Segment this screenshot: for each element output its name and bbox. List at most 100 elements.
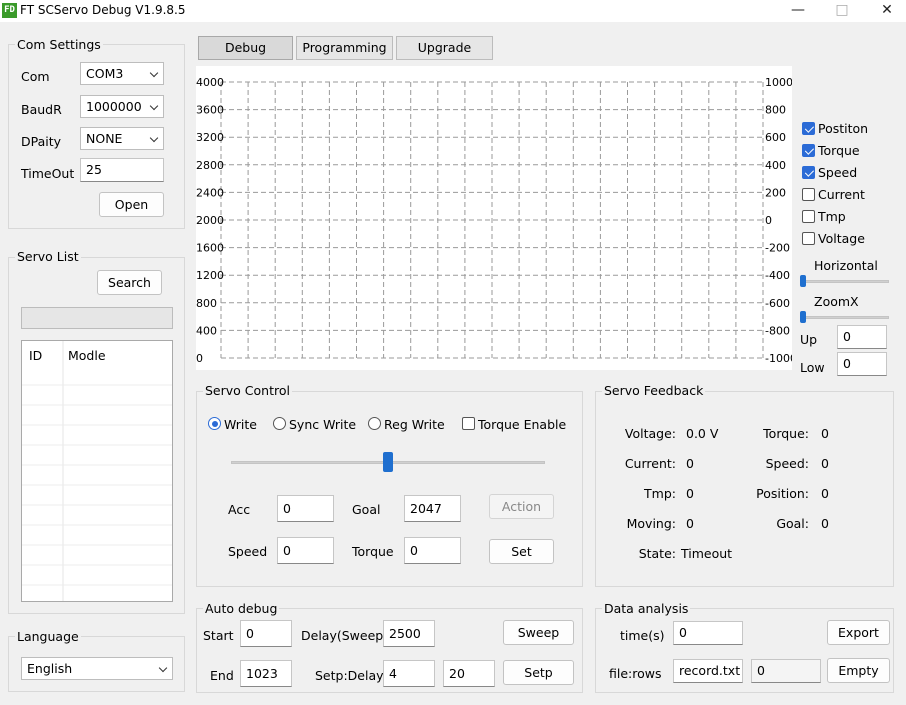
series-label-speed[interactable]: Speed xyxy=(818,165,857,180)
reg-write-radio[interactable] xyxy=(368,417,381,430)
setp-input[interactable]: 4 xyxy=(383,660,435,687)
export-button[interactable]: Export xyxy=(827,620,890,645)
fb-goal-value: 0 xyxy=(821,516,829,531)
time-input[interactable]: 0 xyxy=(673,621,743,645)
left-axis-tick-label: 1200 xyxy=(196,269,224,282)
language-select[interactable]: English xyxy=(21,657,173,680)
right-axis-tick-label: -200 xyxy=(765,242,790,255)
reg-write-label[interactable]: Reg Write xyxy=(384,417,445,432)
zoomx-slider[interactable] xyxy=(800,316,889,319)
search-button[interactable]: Search xyxy=(97,270,162,295)
open-button[interactable]: Open xyxy=(99,192,164,217)
servo-list-table[interactable]: ID Modle xyxy=(21,340,173,602)
fb-voltage-value: 0.0 V xyxy=(686,426,719,441)
chart-area: 4000 1000 3600 800 3200 600 2800 400 2400 200 2000… xyxy=(196,66,792,370)
chevron-down-icon xyxy=(149,133,159,143)
set-button[interactable]: Set xyxy=(489,539,554,564)
torque-enable-checkbox[interactable] xyxy=(462,417,475,430)
left-axis-tick-label: 2000 xyxy=(196,214,224,227)
right-axis-tick-label: 600 xyxy=(765,131,786,144)
file-rows-label: file:rows xyxy=(609,666,662,681)
fb-state-value: Timeout xyxy=(681,546,733,561)
com-settings-label: Com Settings xyxy=(15,37,103,52)
action-button[interactable]: Action xyxy=(489,494,554,519)
series-checkbox-torque[interactable] xyxy=(802,144,815,157)
chevron-down-icon xyxy=(149,101,159,111)
right-axis-tick-label: 400 xyxy=(765,159,786,172)
setp-delay-label: Setp:Delay xyxy=(315,668,384,683)
scan-progress-bar xyxy=(21,307,173,329)
servo-feedback-label: Servo Feedback xyxy=(602,383,706,398)
fb-current-value: 0 xyxy=(686,456,694,471)
fb-speed-value: 0 xyxy=(821,456,829,471)
start-label: Start xyxy=(203,628,234,643)
com-label: Com xyxy=(21,69,50,84)
torque-input[interactable]: 0 xyxy=(404,537,461,564)
end-input[interactable]: 1023 xyxy=(240,660,292,687)
fb-moving-value: 0 xyxy=(686,516,694,531)
horizontal-slider[interactable] xyxy=(800,280,889,283)
timeout-input[interactable]: 25 xyxy=(80,158,164,182)
series-checkbox-speed[interactable] xyxy=(802,166,815,179)
chart-svg: 4000 10003600 8003200 6002800 4002400 2002000… xyxy=(196,76,792,365)
series-label-voltage[interactable]: Voltage xyxy=(818,231,865,246)
file-input[interactable]: record.txt xyxy=(673,659,743,683)
setp-button[interactable]: Setp xyxy=(503,660,574,685)
series-label-torque[interactable]: Torque xyxy=(818,143,860,158)
series-checkbox-voltage[interactable] xyxy=(802,232,815,245)
chevron-down-icon xyxy=(149,68,159,78)
up-input[interactable]: 0 xyxy=(837,325,887,349)
maximize-button[interactable]: □ xyxy=(819,0,865,22)
fb-moving-label: Moving: xyxy=(626,516,676,531)
position-slider-thumb[interactable] xyxy=(383,452,393,472)
baud-select[interactable]: 1000000 xyxy=(80,95,164,118)
right-axis-tick-label: 200 xyxy=(765,186,786,199)
speed-input[interactable]: 0 xyxy=(277,537,334,564)
write-radio[interactable] xyxy=(208,417,221,430)
baud-select-value: 1000000 xyxy=(86,99,142,114)
parity-label: DPaity xyxy=(21,134,62,149)
close-button[interactable]: ✕ xyxy=(864,0,906,22)
series-label-tmp[interactable]: Tmp xyxy=(818,209,846,224)
torque-enable-label[interactable]: Torque Enable xyxy=(478,417,566,432)
chevron-down-icon xyxy=(158,663,168,673)
fb-goal-label: Goal: xyxy=(776,516,809,531)
series-label-postiton[interactable]: Postiton xyxy=(818,121,868,136)
goal-input[interactable]: 2047 xyxy=(404,495,461,522)
series-label-current[interactable]: Current xyxy=(818,187,865,202)
fb-tmp-value: 0 xyxy=(686,486,694,501)
column-header-id[interactable]: ID xyxy=(29,348,42,363)
column-header-modle[interactable]: Modle xyxy=(68,348,106,363)
fb-state-label: State: xyxy=(638,546,676,561)
rows-input: 0 xyxy=(751,659,821,683)
horizontal-slider-thumb[interactable] xyxy=(800,275,806,287)
setp-delay-input[interactable]: 20 xyxy=(443,660,495,687)
window-title: FT SCServo Debug V1.9.8.5 xyxy=(20,3,186,17)
tab-upgrade[interactable]: Upgrade xyxy=(396,36,493,60)
zoomx-slider-thumb[interactable] xyxy=(800,311,806,323)
write-label[interactable]: Write xyxy=(224,417,257,432)
series-checkbox-current[interactable] xyxy=(802,188,815,201)
sync-write-radio[interactable] xyxy=(273,417,286,430)
series-checkbox-postiton[interactable] xyxy=(802,122,815,135)
sweep-button[interactable]: Sweep xyxy=(503,620,574,645)
fb-speed-label: Speed: xyxy=(765,456,809,471)
low-input[interactable]: 0 xyxy=(837,352,887,376)
empty-button[interactable]: Empty xyxy=(827,658,890,683)
left-axis-tick-label: 3600 xyxy=(196,104,224,117)
series-checkbox-tmp[interactable] xyxy=(802,210,815,223)
fb-tmp-label: Tmp: xyxy=(644,486,676,501)
left-axis-tick-label: 2800 xyxy=(196,159,224,172)
tab-debug[interactable]: Debug xyxy=(198,36,293,60)
acc-input[interactable]: 0 xyxy=(277,495,334,522)
left-axis-tick-label: 4000 xyxy=(196,76,224,89)
tab-programming[interactable]: Programming xyxy=(296,36,393,60)
start-input[interactable]: 0 xyxy=(240,620,292,647)
fb-position-label: Position: xyxy=(756,486,809,501)
com-select[interactable]: COM3 xyxy=(80,62,164,85)
language-label: Language xyxy=(15,629,81,644)
minimize-button[interactable]: — xyxy=(775,0,821,22)
parity-select[interactable]: NONE xyxy=(80,127,164,150)
delay-sweep-input[interactable]: 2500 xyxy=(383,620,435,647)
sync-write-label[interactable]: Sync Write xyxy=(289,417,356,432)
